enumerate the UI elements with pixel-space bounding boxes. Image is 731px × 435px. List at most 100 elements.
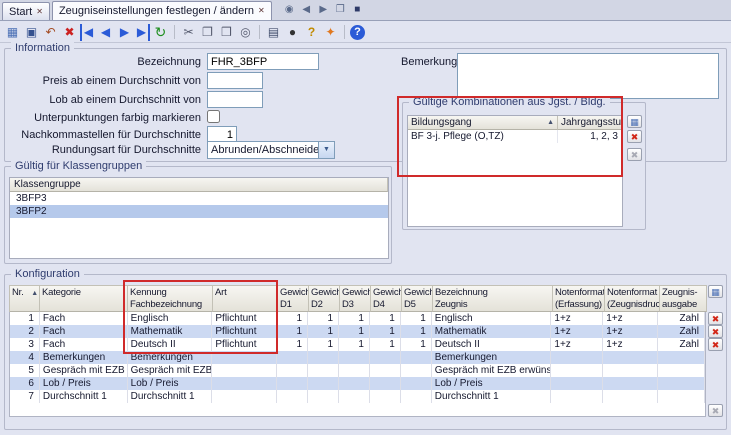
copy-icon[interactable]: ❐ — [199, 24, 216, 41]
group-title: Konfiguration — [11, 268, 84, 280]
konfig-column-header[interactable]: GewichtD2 — [309, 286, 340, 312]
bemerkung-label: Bemerkung — [401, 56, 453, 68]
rundungsart-select[interactable]: Abrunden/Abschneiden ▼ — [207, 141, 335, 159]
delete-row-icon[interactable]: ✖ — [708, 338, 723, 351]
konfig-column-header[interactable]: Nr.▲ — [10, 286, 40, 312]
konfig-column-header[interactable]: GewichtD1 — [278, 286, 309, 312]
table-cell — [339, 390, 370, 403]
konfig-column-header[interactable]: Notenformat(Zeugnisdruck) — [605, 286, 660, 312]
konfig-column-header[interactable]: Art — [213, 286, 278, 312]
bemerkung-textarea[interactable] — [457, 53, 719, 99]
table-cell: Mathematik — [432, 325, 552, 338]
table-row[interactable]: 3FachDeutsch IIPflichtunt11111Deutsch II… — [10, 338, 705, 351]
nav-prev-icon[interactable]: ◀ — [97, 24, 114, 41]
dropdown-arrow-icon[interactable]: ▼ — [318, 142, 334, 158]
undo-icon[interactable]: ↶ — [42, 24, 59, 41]
save-icon[interactable]: ▣ — [23, 24, 40, 41]
delete-row-disabled-icon: ✖ — [627, 148, 642, 161]
bezeichnung-input[interactable] — [207, 53, 319, 70]
print-icon[interactable]: ▤ — [265, 24, 282, 41]
table-row[interactable]: 1FachEnglischPflichtunt11111Englisch1+z1… — [10, 312, 705, 325]
column-chooser-icon[interactable]: ▦ — [627, 115, 642, 128]
table-row[interactable]: 2FachMathematikPflichtunt11111Mathematik… — [10, 325, 705, 338]
preview-icon[interactable]: ◎ — [237, 24, 254, 41]
table-cell: 1 — [370, 338, 401, 351]
table-cell: Fach — [40, 325, 128, 338]
table-cell — [603, 364, 658, 377]
about-icon[interactable]: ? — [350, 25, 365, 40]
tab-zeugniseinstellungen[interactable]: Zeugniseinstellungen festlegen / ändern … — [52, 1, 272, 20]
table-cell: Zahl — [658, 312, 705, 325]
konfig-column-header[interactable]: GewichtD4 — [371, 286, 402, 312]
konfig-column-header[interactable]: Zeugnis-ausgabe — [660, 286, 707, 312]
konfig-column-header[interactable]: BezeichnungZeugnis — [433, 286, 553, 312]
table-cell — [370, 377, 401, 390]
konfig-column-header[interactable]: Notenformat(Erfassung) — [553, 286, 605, 312]
lob-input[interactable] — [207, 91, 263, 108]
refresh-icon[interactable]: ↻ — [152, 24, 169, 41]
table-row[interactable]: BF 3-j. Pflege (O,TZ) 1, 2, 3 — [408, 130, 622, 143]
delete-row-icon[interactable]: ✖ — [708, 325, 723, 338]
column-header-label: Bildungsgang — [411, 117, 472, 128]
table-cell: 4 — [10, 351, 40, 364]
kombinationen-header: Bildungsgang ▲ Jahrgangsstufe — [408, 116, 622, 130]
tab-close-icon[interactable]: ✕ — [258, 7, 265, 15]
table-cell: 1 — [339, 325, 370, 338]
bezeichnung-label: Bezeichnung — [5, 56, 201, 68]
tabbar-icons: ◉◀▶❐■ — [282, 3, 365, 17]
tab-scroll-left-icon[interactable]: ◀ — [299, 3, 314, 17]
list-item[interactable]: 3BFP3 — [10, 192, 388, 205]
delete-row-icon[interactable]: ✖ — [627, 130, 642, 143]
column-header-label: Jahrgangsstufe — [561, 117, 622, 128]
table-row[interactable]: 4BemerkungenBemerkungenBemerkungen — [10, 351, 705, 364]
table-cell — [551, 364, 603, 377]
tab-pin-icon[interactable]: ◉ — [282, 3, 297, 17]
table-cell: Fach — [40, 312, 128, 325]
form-view-icon[interactable]: ▦ — [4, 24, 21, 41]
table-cell — [658, 390, 705, 403]
cut-icon[interactable]: ✂ — [180, 24, 197, 41]
nav-last-icon[interactable]: ▶ — [135, 24, 150, 41]
table-row[interactable]: 6Lob / PreisLob / PreisLob / Preis — [10, 377, 705, 390]
konfig-column-header[interactable]: Kategorie — [40, 286, 128, 312]
ellipse-icon[interactable]: ● — [284, 24, 301, 41]
table-cell: Zahl — [658, 325, 705, 338]
table-cell: Bemerkungen — [128, 351, 213, 364]
column-chooser-icon[interactable]: ▦ — [708, 285, 723, 298]
table-row[interactable]: 5Gespräch mit EZB erwü..Gespräch mit EZB… — [10, 364, 705, 377]
delete-row-icon[interactable]: ✖ — [708, 312, 723, 325]
konfig-column-header[interactable]: KennungFachbezeichnung — [128, 286, 213, 312]
delete-icon[interactable]: ✖ — [61, 24, 78, 41]
tab-start[interactable]: Start ✕ — [2, 2, 50, 20]
column-header-klassengruppe[interactable]: Klassengruppe — [10, 178, 388, 192]
help-icon[interactable]: ? — [303, 24, 320, 41]
table-cell: Deutsch II — [432, 338, 552, 351]
unterpunktungen-label: Unterpunktungen farbig markieren — [5, 112, 201, 124]
paste-icon[interactable]: ❒ — [218, 24, 235, 41]
table-cell: Mathematik — [128, 325, 213, 338]
column-header-bildungsgang[interactable]: Bildungsgang ▲ — [408, 116, 558, 130]
konfig-column-header[interactable]: GewichtD3 — [340, 286, 371, 312]
table-cell: Bemerkungen — [432, 351, 552, 364]
tab-scroll-right-icon[interactable]: ▶ — [316, 3, 331, 17]
unterpunktungen-checkbox[interactable] — [207, 110, 220, 123]
list-item-selected[interactable]: 3BFP2 — [10, 205, 388, 218]
table-cell: Deutsch II — [128, 338, 213, 351]
nav-first-icon[interactable]: ◀ — [80, 24, 95, 41]
table-cell: Durchschnitt 1 — [432, 390, 552, 403]
tab-menu-icon[interactable]: ■ — [350, 3, 365, 17]
table-cell: Bemerkungen — [40, 351, 128, 364]
table-row[interactable]: 7Durchschnitt 1Durchschnitt 1Durchschnit… — [10, 390, 705, 403]
table-cell: 1 — [277, 338, 308, 351]
konfig-column-header[interactable]: GewichtD5 — [402, 286, 433, 312]
table-cell: 1+z — [551, 338, 603, 351]
nav-next-icon[interactable]: ▶ — [116, 24, 133, 41]
megaphone-icon[interactable]: ✦ — [322, 24, 339, 41]
lob-label: Lob ab einem Durchschnitt von — [5, 94, 201, 106]
tab-documents-icon[interactable]: ❐ — [333, 3, 348, 17]
rundungsart-value: Abrunden/Abschneiden — [208, 142, 318, 158]
table-cell: Englisch — [128, 312, 213, 325]
column-header-jahrgangsstufe[interactable]: Jahrgangsstufe — [558, 116, 622, 130]
preis-input[interactable] — [207, 72, 263, 89]
tab-close-icon[interactable]: ✕ — [36, 8, 43, 16]
